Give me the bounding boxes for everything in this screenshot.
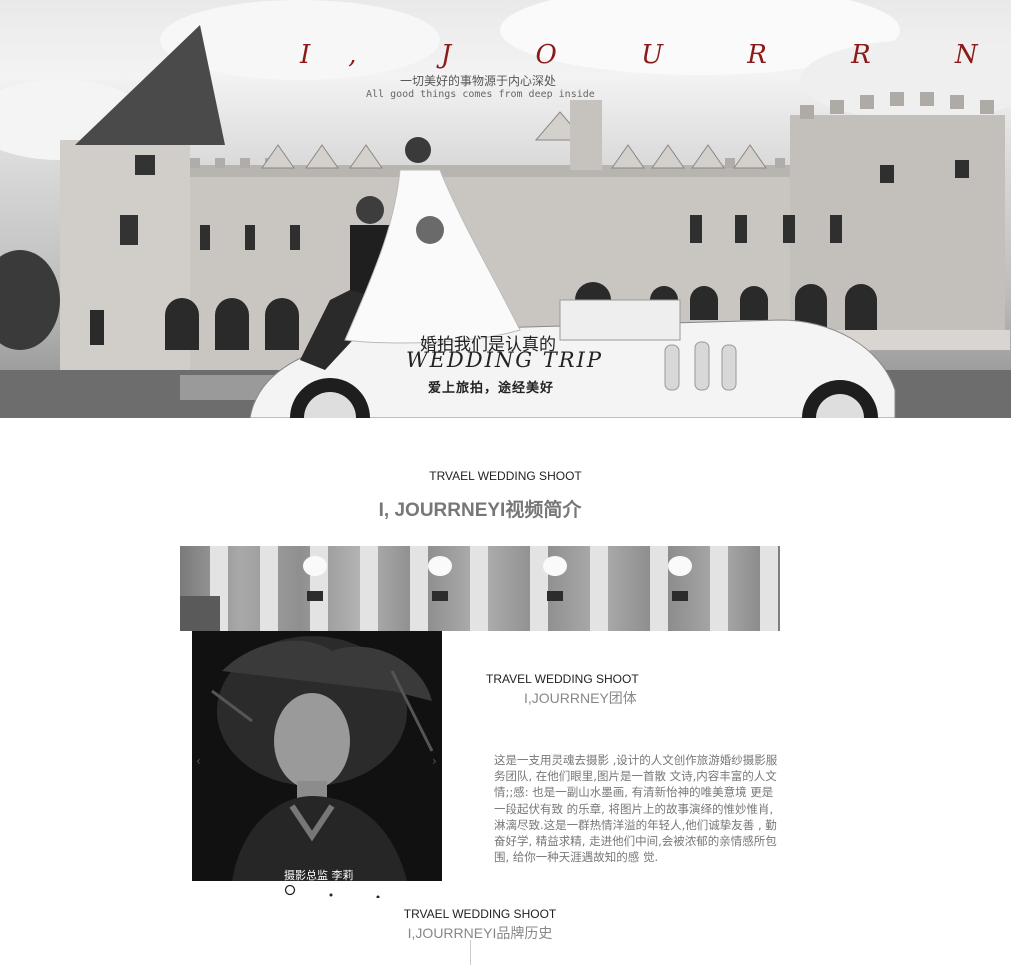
slider-dots[interactable] <box>283 884 393 898</box>
hero-subtitle-cn: 一切美好的事物源于内心深处 <box>400 74 557 88</box>
intro-label: TRVAEL WEDDING SHOOT <box>429 469 582 483</box>
hero-banner: I, J O U R R N E Y 一切美好的事物源于内心深处 All goo… <box>0 0 1011 418</box>
team-description: 这是一支用灵魂去摄影 ,设计的人文创作旅游婚纱摄影服务团队, 在他们眼里,图片是… <box>494 753 778 865</box>
team-portrait: ‹ › <box>192 631 442 881</box>
history-title: I,JOURRNEYI品牌历史 <box>407 925 553 941</box>
hero-tagline-sub: 爱上旅拍，途经美好 <box>428 381 555 396</box>
portrait-photo: ‹ › <box>192 631 442 881</box>
svg-text:‹: ‹ <box>196 754 201 768</box>
section-divider <box>470 940 471 965</box>
team-title: I,JOURRNEY团体 <box>524 690 637 706</box>
hero-subtitle-en: All good things comes from deep inside <box>366 89 595 100</box>
video-banner[interactable] <box>180 546 780 631</box>
slider-dot-active[interactable] <box>284 884 296 896</box>
history-label: TRVAEL WEDDING SHOOT <box>403 907 557 921</box>
slider-dot[interactable] <box>329 893 333 897</box>
team-label: TRAVEL WEDDING SHOOT <box>486 672 639 686</box>
intro-title: I, JOURRNEYI视频简介 <box>378 500 582 521</box>
hero-title: I, J O U R R N E Y <box>300 40 1011 70</box>
portrait-caption: 摄影总监 李莉 <box>284 869 354 882</box>
hall-illustration <box>180 546 778 631</box>
slider-dot[interactable] <box>376 895 380 899</box>
hero-tagline-en: WEDDING TRIP <box>406 348 603 372</box>
svg-text:›: › <box>432 754 437 768</box>
